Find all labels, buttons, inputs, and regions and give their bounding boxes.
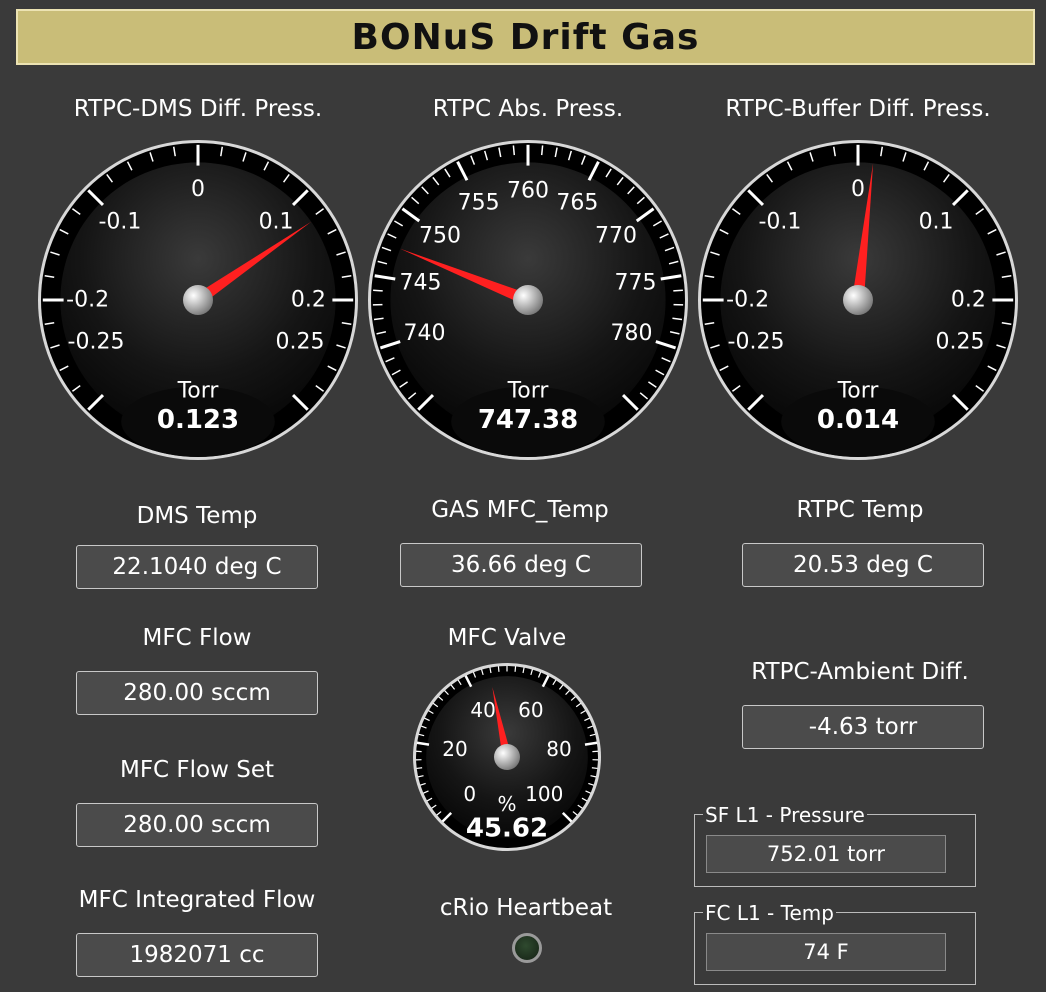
crio-heartbeat-label: cRio Heartbeat [439,895,613,921]
title-bar: BONuS Drift Gas [16,9,1035,65]
gauge-tick-label: 60 [518,698,543,722]
gauge-tick-label: 0 [463,782,476,806]
gauge-unit: Torr [177,379,220,404]
mfc-temp-value: 36.66 deg C [400,543,642,587]
gauge-tick-label: 750 [419,224,461,249]
gauge-tick-label: 0.25 [936,330,985,355]
gauge-hub [843,285,873,315]
gauge-hub [494,744,520,770]
gauge-minor-tick [497,666,500,672]
mfc-integrated-flow-label: MFC Integrated Flow [78,887,316,913]
gauge-abs-label: RTPC Abs. Press. [432,96,624,122]
gauge-minor-tick [416,767,423,770]
dms-temp-value: 22.1040 deg C [76,545,318,589]
ambient-diff-label: RTPC-Ambient Diff. [751,659,969,685]
gauge-minor-tick [540,145,544,156]
ambient-diff-value: -4.63 torr [742,705,984,749]
mfc-integrated-flow-value: 1982071 cc [76,933,318,977]
mfc-flow-label: MFC Flow [142,625,252,651]
gauge-tick-label: -0.25 [68,330,125,355]
gauge-tick-label: 765 [556,191,598,216]
gauge-tick-label: 775 [614,270,656,295]
gauge-tick-label: 740 [404,321,446,346]
page-title: BONuS Drift Gas [351,16,700,58]
gauge-minor-tick [514,666,517,672]
gauge-tick-label: 80 [546,737,571,761]
gauge-value: 0.123 [157,405,239,435]
gauge-tick-label: 100 [525,782,563,806]
gauge-tick-label: 0 [191,177,205,202]
sf-l1-pressure-label: SF L1 - Pressure [703,803,867,827]
dms-temp-label: DMS Temp [136,503,258,529]
gauge-tick-label: 760 [507,179,549,204]
gauge-tick-label: 755 [458,191,500,216]
mfc-flow-value: 280.00 sccm [76,671,318,715]
gauge-tick-label: 0 [851,177,865,202]
sf-l1-pressure-group: SF L1 - Pressure 752.01 torr [694,803,976,887]
gauge-tick-label: 770 [595,224,637,249]
sf-l1-pressure-value: 752.01 torr [706,835,946,873]
fc-l1-temp-value: 74 F [706,933,946,971]
gauge-buffer-label: RTPC-Buffer Diff. Press. [725,96,991,122]
gauge-buffer-diff-press: -0.25 -0.2 -0.1 0 0.1 0.2 0.25 Torr0.014 [698,140,1018,460]
fc-l1-temp-label: FC L1 - Temp [703,901,836,925]
gauge-tick-label: 0.1 [919,209,954,234]
gauge-value: 747.38 [478,405,578,435]
gauge-tick-label: 745 [400,270,442,295]
mfc-temp-label: GAS MFC_Temp [431,497,609,523]
gauge-rtpc-abs-press: 740 745 750 755 760 765 770 775 780 Torr747.38 [368,140,688,460]
gauge-tick-label: 0.25 [276,330,325,355]
gauge-hub [183,285,213,315]
mfc-flow-set-value[interactable]: 280.00 sccm [76,803,318,847]
gauge-minor-tick [591,767,598,770]
gauge-tick-label: 0.1 [259,209,294,234]
gauge-hub [513,285,543,315]
gauge-minor-tick [673,289,683,292]
gauge-tick-label: -0.2 [726,288,769,313]
gauge-value: 0.014 [817,405,899,435]
gauge-tick-label: 0.2 [951,288,986,313]
crio-heartbeat-led [512,933,542,963]
gauge-unit: Torr [507,379,550,404]
fc-l1-temp-group: FC L1 - Temp 74 F [694,901,976,985]
gauge-unit: Torr [837,379,880,404]
mfc-flow-set-label: MFC Flow Set [119,757,275,783]
gauge-minor-tick [512,145,516,156]
gauge-tick-label: -0.2 [66,288,109,313]
gauge-unit: % [497,792,516,816]
rtpc-temp-value: 20.53 deg C [742,543,984,587]
gauge-tick-label: 20 [442,737,467,761]
gauge-tick-label: 0.2 [291,288,326,313]
gauge-dms-diff-press: -0.25 -0.2 -0.1 0 0.1 0.2 0.25 Torr0.123 [38,140,358,460]
gauge-tick-label: 40 [470,698,495,722]
gauge-value: 45.62 [466,813,548,843]
gauge-tick-label: -0.1 [758,209,801,234]
rtpc-temp-label: RTPC Temp [796,497,924,523]
gauge-mfc-valve: 0 2040 6080 100%45.62 [413,663,601,851]
gauge-tick-label: 780 [610,321,652,346]
gauge-minor-tick [373,289,383,292]
gauge-tick-label: -0.1 [98,209,141,234]
gauge-dms-label: RTPC-DMS Diff. Press. [73,96,323,122]
gauge-tick-label: -0.25 [728,330,785,355]
mfc-valve-label: MFC Valve [447,625,567,651]
